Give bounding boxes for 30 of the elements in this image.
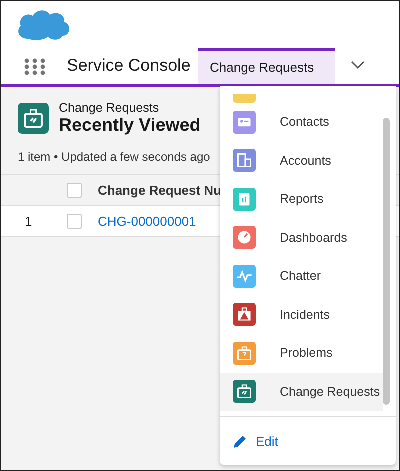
object-name: Change Requests bbox=[59, 101, 160, 115]
menu-item[interactable]: Chatter bbox=[220, 257, 383, 296]
row-checkbox[interactable] bbox=[67, 214, 82, 228]
object-icon bbox=[233, 110, 256, 134]
menu-item[interactable]: Reports bbox=[220, 180, 383, 218]
record-link[interactable]: CHG-000000001 bbox=[98, 214, 196, 228]
object-icon bbox=[233, 188, 256, 211]
row-number: 1 bbox=[24, 214, 34, 228]
menu-item[interactable]: Change Requests bbox=[220, 372, 383, 411]
menu-item[interactable]: Dashboards bbox=[220, 218, 383, 257]
briefcase-icon bbox=[18, 103, 49, 134]
menu-item[interactable]: Incidents bbox=[220, 296, 383, 334]
object-icon bbox=[233, 380, 256, 404]
cloud-logo bbox=[16, 8, 72, 40]
object-icon bbox=[233, 342, 256, 365]
list-view-title: Recently Viewed bbox=[59, 115, 201, 136]
chevron-down-icon[interactable] bbox=[351, 60, 365, 70]
scrollbar[interactable] bbox=[383, 118, 390, 405]
select-all-checkbox[interactable] bbox=[67, 182, 82, 198]
object-icon bbox=[233, 226, 256, 250]
nav-tab[interactable]: Change Requests bbox=[198, 48, 335, 84]
pencil-icon bbox=[233, 434, 248, 449]
app-launcher-icon[interactable] bbox=[24, 58, 46, 76]
object-icon bbox=[233, 303, 256, 326]
edit-button[interactable]: Edit bbox=[220, 417, 396, 449]
app-name: Service Console bbox=[67, 56, 192, 76]
object-icon bbox=[233, 149, 256, 172]
menu-item[interactable]: Problems bbox=[220, 334, 383, 372]
tile-icon bbox=[233, 94, 256, 103]
object-icon bbox=[233, 264, 256, 288]
